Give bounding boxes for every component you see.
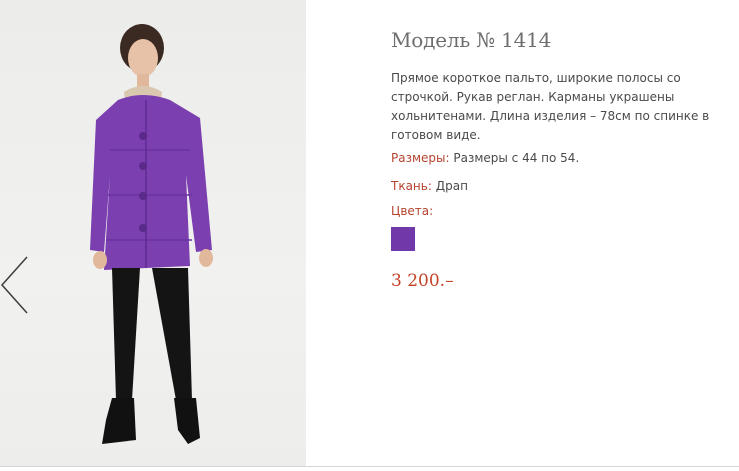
chevron-left-icon (0, 256, 28, 314)
sizes-row: Размеры: Размеры с 44 по 54. (391, 149, 739, 168)
model-in-coat-image (90, 24, 213, 444)
product-description: Прямое короткое пальто, широкие полосы с… (391, 71, 710, 142)
sizes-value: Размеры с 44 по 54. (449, 151, 580, 165)
product-info: Модель № 1414 Прямое короткое пальто, ши… (391, 28, 739, 291)
fabric-value: Драп (431, 179, 468, 193)
fabric-row: Ткань: Драп (391, 177, 739, 196)
gallery-prev-button[interactable] (0, 255, 30, 315)
colors-row: Цвета: (391, 202, 739, 221)
product-page: Модель № 1414 Прямое короткое пальто, ши… (0, 0, 739, 471)
sizes-label: Размеры: (391, 151, 450, 165)
product-price: 3 200.– (391, 271, 454, 291)
page-divider (0, 466, 739, 467)
product-title: Модель № 1414 (391, 28, 552, 52)
fabric-label: Ткань: (391, 179, 432, 193)
color-swatch-purple[interactable] (391, 227, 415, 251)
colors-label: Цвета: (391, 204, 434, 218)
product-photo (0, 0, 306, 466)
